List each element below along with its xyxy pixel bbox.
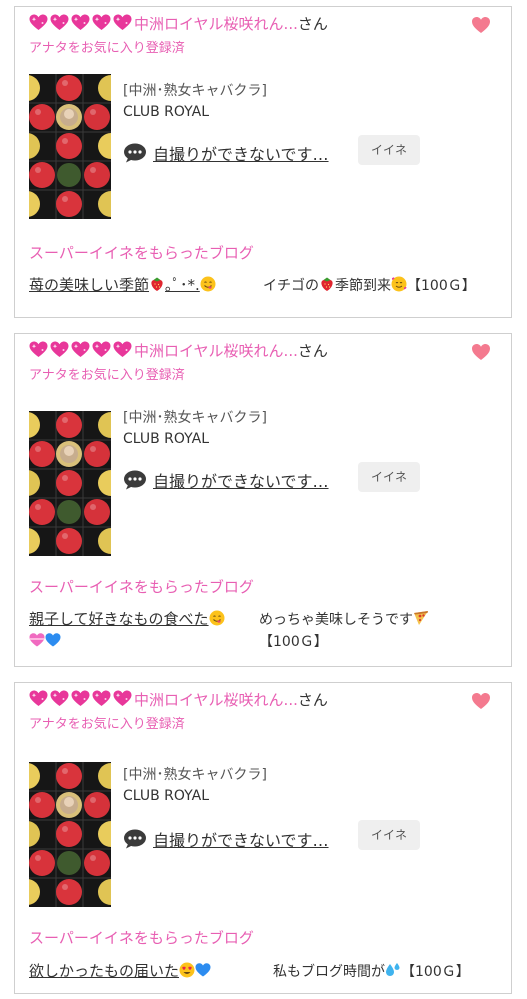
super-blog-title-text: 欲しかったもの届いた bbox=[29, 962, 180, 980]
super-iine-blog-link[interactable]: 苺の美味しい季節 ｡ﾟ･*. bbox=[29, 274, 216, 295]
iine-button[interactable]: イイネ bbox=[358, 820, 420, 850]
shop-category: [中洲･熟女キャバクラ] bbox=[123, 410, 267, 426]
heart-icon[interactable] bbox=[471, 16, 491, 34]
super-iine-blog-link[interactable]: 欲しかったもの届いた bbox=[29, 960, 211, 981]
yum-face-icon bbox=[199, 276, 216, 292]
blog-thumbnail[interactable] bbox=[29, 74, 111, 219]
sparkling-heart-icon bbox=[92, 690, 111, 707]
favorite-status: アナタをお気に入り登録済 bbox=[29, 41, 185, 56]
super-comment-text-2: 季節到来 bbox=[335, 278, 391, 294]
shop-category: [中洲･熟女キャバクラ] bbox=[123, 767, 267, 783]
blog-thumbnail[interactable] bbox=[29, 411, 111, 556]
blog-title-link[interactable]: 自撮りができないです… bbox=[153, 468, 329, 492]
blog-title-link[interactable]: 自撮りができないです… bbox=[153, 827, 329, 851]
san-suffix: さん bbox=[297, 15, 328, 33]
iine-button[interactable]: イイネ bbox=[358, 462, 420, 492]
super-iine-blog-link[interactable]: 親子して好きなもの食べた bbox=[29, 608, 225, 652]
notification-card: 中洲ロイヤル桜咲れん...さん アナタをお気に入り登録済 [中洲･熟女キャバクラ… bbox=[14, 682, 512, 994]
shop-name: CLUB ROYAL bbox=[123, 104, 210, 120]
notification-card: 中洲ロイヤル桜咲れん...さん アナタをお気に入り登録済 [中洲･熟女キャバクラ… bbox=[14, 333, 512, 667]
smiling-face-with-hearts-icon bbox=[391, 276, 407, 292]
blue-heart-icon bbox=[195, 962, 211, 978]
super-comment-text: イチゴの bbox=[263, 278, 319, 294]
sparkling-hearts bbox=[29, 690, 134, 713]
favorite-status: アナタをお気に入り登録済 bbox=[29, 368, 185, 383]
iine-button[interactable]: イイネ bbox=[358, 135, 420, 165]
sparkling-heart-icon bbox=[50, 690, 69, 707]
card-header: 中洲ロイヤル桜咲れん...さん bbox=[29, 340, 328, 364]
speech-balloon-icon bbox=[124, 470, 146, 490]
super-comment-text: めっちゃ美味しそうです bbox=[259, 612, 413, 628]
sparkling-heart-icon bbox=[29, 341, 48, 358]
sparkling-heart-icon bbox=[113, 690, 132, 707]
sparkling-heart-icon bbox=[71, 341, 90, 358]
favorite-status: アナタをお気に入り登録済 bbox=[29, 717, 185, 732]
gift-amount: 【100Ｇ】 bbox=[259, 634, 328, 650]
pizza-icon bbox=[413, 610, 429, 626]
sparkling-heart-icon bbox=[113, 14, 132, 31]
gift-amount: 【100Ｇ】 bbox=[407, 278, 476, 294]
sparkling-heart-icon bbox=[71, 690, 90, 707]
super-blog-title-text: 苺の美味しい季節 bbox=[29, 276, 150, 294]
speech-balloon-icon bbox=[124, 143, 146, 163]
yum-face-icon bbox=[208, 610, 225, 626]
san-suffix: さん bbox=[297, 342, 328, 360]
sparkling-hearts bbox=[29, 341, 134, 364]
sparkling-heart-icon bbox=[29, 14, 48, 31]
blog-title-link[interactable]: 自撮りができないです… bbox=[153, 141, 329, 165]
sender-name[interactable]: 中洲ロイヤル桜咲れん... bbox=[134, 342, 298, 360]
sender-name[interactable]: 中洲ロイヤル桜咲れん... bbox=[134, 15, 298, 33]
blue-heart-icon bbox=[45, 632, 61, 648]
heart-icon[interactable] bbox=[471, 692, 491, 710]
sparkling-heart-icon bbox=[113, 341, 132, 358]
super-iine-comment: イチゴの 季節到来 【100Ｇ】 bbox=[263, 275, 476, 295]
card-header: 中洲ロイヤル桜咲れん...さん bbox=[29, 13, 328, 37]
super-iine-comment: めっちゃ美味しそうです 【100Ｇ】 bbox=[259, 609, 429, 653]
sweat-droplets-icon bbox=[385, 962, 401, 978]
sparkling-heart-icon bbox=[92, 341, 111, 358]
notification-card: 中洲ロイヤル桜咲れん...さん アナタをお気に入り登録済 [中洲･熟女キャバクラ… bbox=[14, 6, 512, 318]
sparkling-heart-icon bbox=[50, 341, 69, 358]
heart-icon[interactable] bbox=[471, 343, 491, 361]
gift-amount: 【100Ｇ】 bbox=[401, 964, 470, 980]
sparkling-heart-icon bbox=[92, 14, 111, 31]
sparkling-heart-icon bbox=[50, 14, 69, 31]
sender-name[interactable]: 中洲ロイヤル桜咲れん... bbox=[134, 691, 298, 709]
heart-eyes-icon bbox=[179, 962, 195, 978]
san-suffix: さん bbox=[297, 691, 328, 709]
card-header: 中洲ロイヤル桜咲れん...さん bbox=[29, 689, 328, 713]
strawberry-icon bbox=[149, 276, 165, 292]
super-iine-section-label: スーパーイイネをもらったブログ bbox=[29, 929, 254, 947]
sparkling-heart-icon bbox=[71, 14, 90, 31]
shop-name: CLUB ROYAL bbox=[123, 431, 210, 447]
sparkling-heart-icon bbox=[29, 690, 48, 707]
blog-thumbnail[interactable] bbox=[29, 762, 111, 907]
super-blog-title-text: 親子して好きなもの食べた bbox=[29, 610, 209, 628]
shop-name: CLUB ROYAL bbox=[123, 788, 210, 804]
super-iine-comment: 私もブログ時間が 【100Ｇ】 bbox=[273, 961, 470, 981]
shop-category: [中洲･熟女キャバクラ] bbox=[123, 83, 267, 99]
sparkling-hearts bbox=[29, 14, 134, 37]
strawberry-icon bbox=[319, 276, 335, 292]
super-iine-section-label: スーパーイイネをもらったブログ bbox=[29, 244, 254, 262]
heart-with-ribbon-icon bbox=[29, 632, 45, 648]
super-iine-section-label: スーパーイイネをもらったブログ bbox=[29, 578, 254, 596]
super-blog-title-decoration: ｡ﾟ･*. bbox=[165, 276, 200, 294]
speech-balloon-icon bbox=[124, 829, 146, 849]
super-comment-text: 私もブログ時間が bbox=[273, 964, 385, 980]
